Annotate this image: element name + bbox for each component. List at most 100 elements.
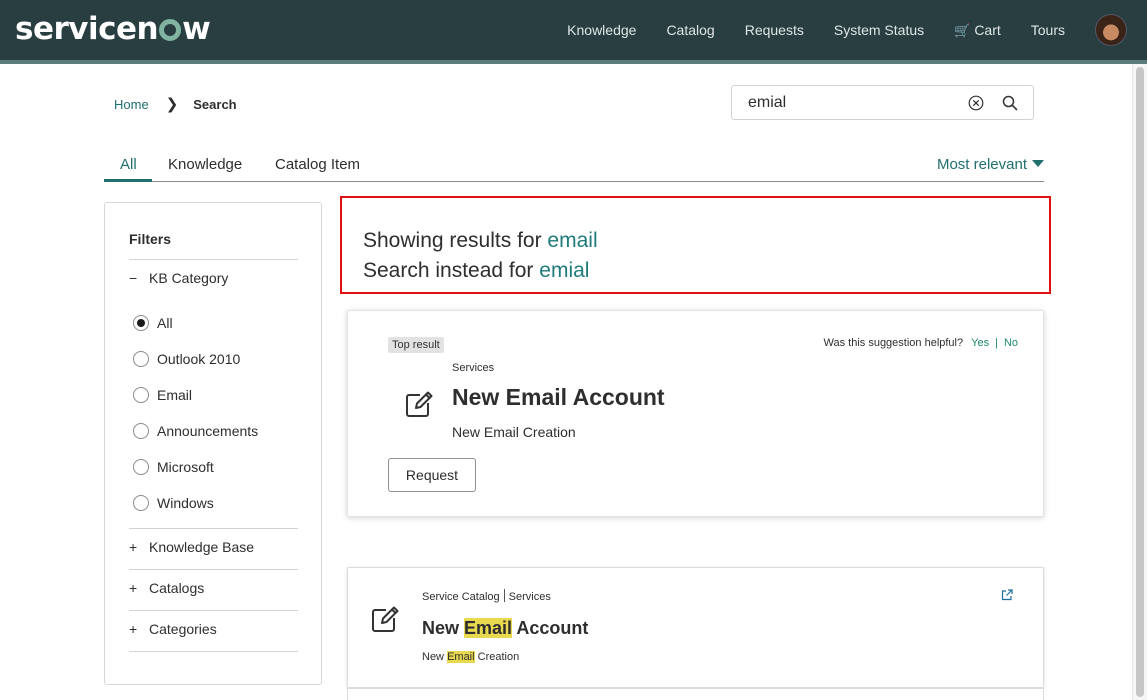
radio-button[interactable]	[133, 423, 149, 439]
result-desc-post: Creation	[474, 651, 520, 663]
result-title-post: Account	[512, 618, 589, 638]
catalogs-label: Catalogs	[149, 580, 205, 596]
filter-option-windows[interactable]: Windows	[133, 495, 214, 511]
search-result-card[interactable]: Service Catalog Services New Email Accoun…	[347, 567, 1044, 688]
divider	[129, 528, 298, 529]
logo-o-mark	[159, 19, 182, 41]
filter-option-email[interactable]: Email	[133, 387, 192, 403]
tab-all[interactable]: All	[120, 156, 137, 173]
nav-knowledge[interactable]: Knowledge	[567, 22, 636, 38]
servicenow-logo[interactable]: servicen w	[15, 11, 211, 47]
result-description: New Email Creation	[422, 651, 519, 663]
clear-circle-icon[interactable]	[968, 95, 984, 111]
top-navigation-bar: servicen w Knowledge Catalog Requests Sys…	[0, 0, 1147, 60]
radio-button[interactable]	[133, 495, 149, 511]
top-result-description: New Email Creation	[452, 424, 576, 440]
divider	[503, 589, 505, 602]
radio-button[interactable]	[133, 315, 149, 331]
header-accent-stripe	[0, 60, 1147, 64]
next-result-card[interactable]	[347, 688, 1044, 700]
result-source: Service Catalog	[422, 591, 500, 603]
categories-toggle[interactable]: + Categories	[129, 621, 217, 637]
active-tab-indicator	[104, 179, 152, 182]
top-result-card: Top result Was this suggestion helpful? Y…	[347, 310, 1044, 517]
helpful-no-link[interactable]: No	[1004, 337, 1018, 349]
divider: |	[995, 337, 998, 349]
search-box	[731, 85, 1034, 120]
divider	[129, 259, 298, 260]
corrected-term-link[interactable]: email	[547, 229, 597, 252]
breadcrumb: Home ❯ Search	[114, 95, 237, 113]
helpful-yes-link[interactable]: Yes	[971, 337, 989, 349]
nav-cart[interactable]: 🛒 Cart	[954, 22, 1001, 39]
result-title-pre: New	[422, 618, 465, 638]
filters-panel: Filters − KB Category All Outlook 2010 Em…	[104, 202, 322, 685]
radio-button[interactable]	[133, 351, 149, 367]
original-term-link[interactable]: emial	[539, 259, 589, 282]
search-instead-line: Search instead for emial	[363, 259, 589, 283]
divider	[129, 569, 298, 570]
request-button[interactable]: Request	[388, 458, 476, 492]
nav-catalog[interactable]: Catalog	[666, 22, 714, 38]
page-scrollbar[interactable]	[1132, 64, 1147, 700]
divider	[129, 651, 298, 652]
logo-text-end: w	[182, 11, 211, 47]
result-category: Services	[508, 591, 551, 603]
result-title[interactable]: New Email Account	[422, 618, 588, 639]
external-link-icon[interactable]	[1001, 589, 1013, 601]
plus-icon: +	[129, 580, 138, 596]
result-tabs: All Knowledge Catalog Item Most relevant	[104, 154, 1044, 182]
breadcrumb-home-link[interactable]: Home	[114, 97, 149, 112]
scrollbar-thumb[interactable]	[1136, 67, 1144, 697]
filter-option-all[interactable]: All	[133, 315, 173, 331]
caret-down-icon	[1032, 160, 1044, 167]
shopping-cart-icon: 🛒	[954, 22, 971, 38]
knowledge-base-toggle[interactable]: + Knowledge Base	[129, 539, 254, 555]
edit-icon	[372, 606, 399, 632]
filter-option-label: Windows	[157, 495, 214, 511]
filter-option-announcements[interactable]: Announcements	[133, 423, 258, 439]
sort-label: Most relevant	[936, 156, 1027, 173]
filter-option-outlook-2010[interactable]: Outlook 2010	[133, 351, 240, 367]
filter-option-label: Email	[157, 387, 193, 403]
kb-category-toggle[interactable]: − KB Category	[129, 270, 228, 286]
breadcrumb-current: Search	[193, 96, 237, 112]
categories-label: Categories	[149, 621, 217, 637]
showing-results-line: Showing results for email	[363, 229, 598, 253]
tab-catalog-item[interactable]: Catalog Item	[275, 156, 360, 173]
top-result-category: Services	[452, 362, 495, 374]
magnifier-icon[interactable]	[1002, 95, 1018, 111]
filter-option-label: Announcements	[157, 423, 259, 439]
result-desc-highlight: Email	[447, 651, 475, 663]
sort-dropdown[interactable]: Most relevant	[937, 156, 1044, 173]
top-result-title[interactable]: New Email Account	[452, 384, 665, 411]
result-title-highlight: Email	[464, 618, 513, 638]
search-input[interactable]	[748, 93, 958, 113]
showing-results-prefix: Showing results for	[363, 229, 548, 252]
logo-text-start: servicen	[15, 11, 159, 47]
helpful-question: Was this suggestion helpful?	[823, 337, 964, 349]
user-avatar[interactable]	[1095, 14, 1127, 46]
header-nav: Knowledge Catalog Requests System Status…	[567, 0, 1147, 60]
filter-option-microsoft[interactable]: Microsoft	[133, 459, 214, 475]
filter-option-label: Microsoft	[157, 459, 214, 475]
plus-icon: +	[129, 621, 138, 637]
chevron-right-icon: ❯	[165, 96, 179, 113]
plus-icon: +	[129, 539, 138, 555]
helpful-feedback: Was this suggestion helpful? Yes | No	[824, 337, 1019, 349]
tab-knowledge[interactable]: Knowledge	[168, 156, 242, 173]
filters-title: Filters	[129, 231, 172, 247]
edit-icon	[406, 391, 433, 417]
top-result-badge: Top result	[388, 337, 444, 353]
radio-button[interactable]	[133, 459, 149, 475]
spelling-suggestion: Showing results for email Search instead…	[340, 196, 1051, 294]
nav-cart-label: Cart	[974, 21, 1001, 38]
minus-icon: −	[129, 270, 138, 286]
nav-tours[interactable]: Tours	[1031, 22, 1065, 38]
kb-category-label: KB Category	[149, 270, 229, 286]
nav-system-status[interactable]: System Status	[834, 22, 924, 38]
radio-button[interactable]	[133, 387, 149, 403]
knowledge-base-label: Knowledge Base	[149, 539, 255, 555]
catalogs-toggle[interactable]: + Catalogs	[129, 580, 204, 596]
nav-requests[interactable]: Requests	[745, 22, 804, 38]
